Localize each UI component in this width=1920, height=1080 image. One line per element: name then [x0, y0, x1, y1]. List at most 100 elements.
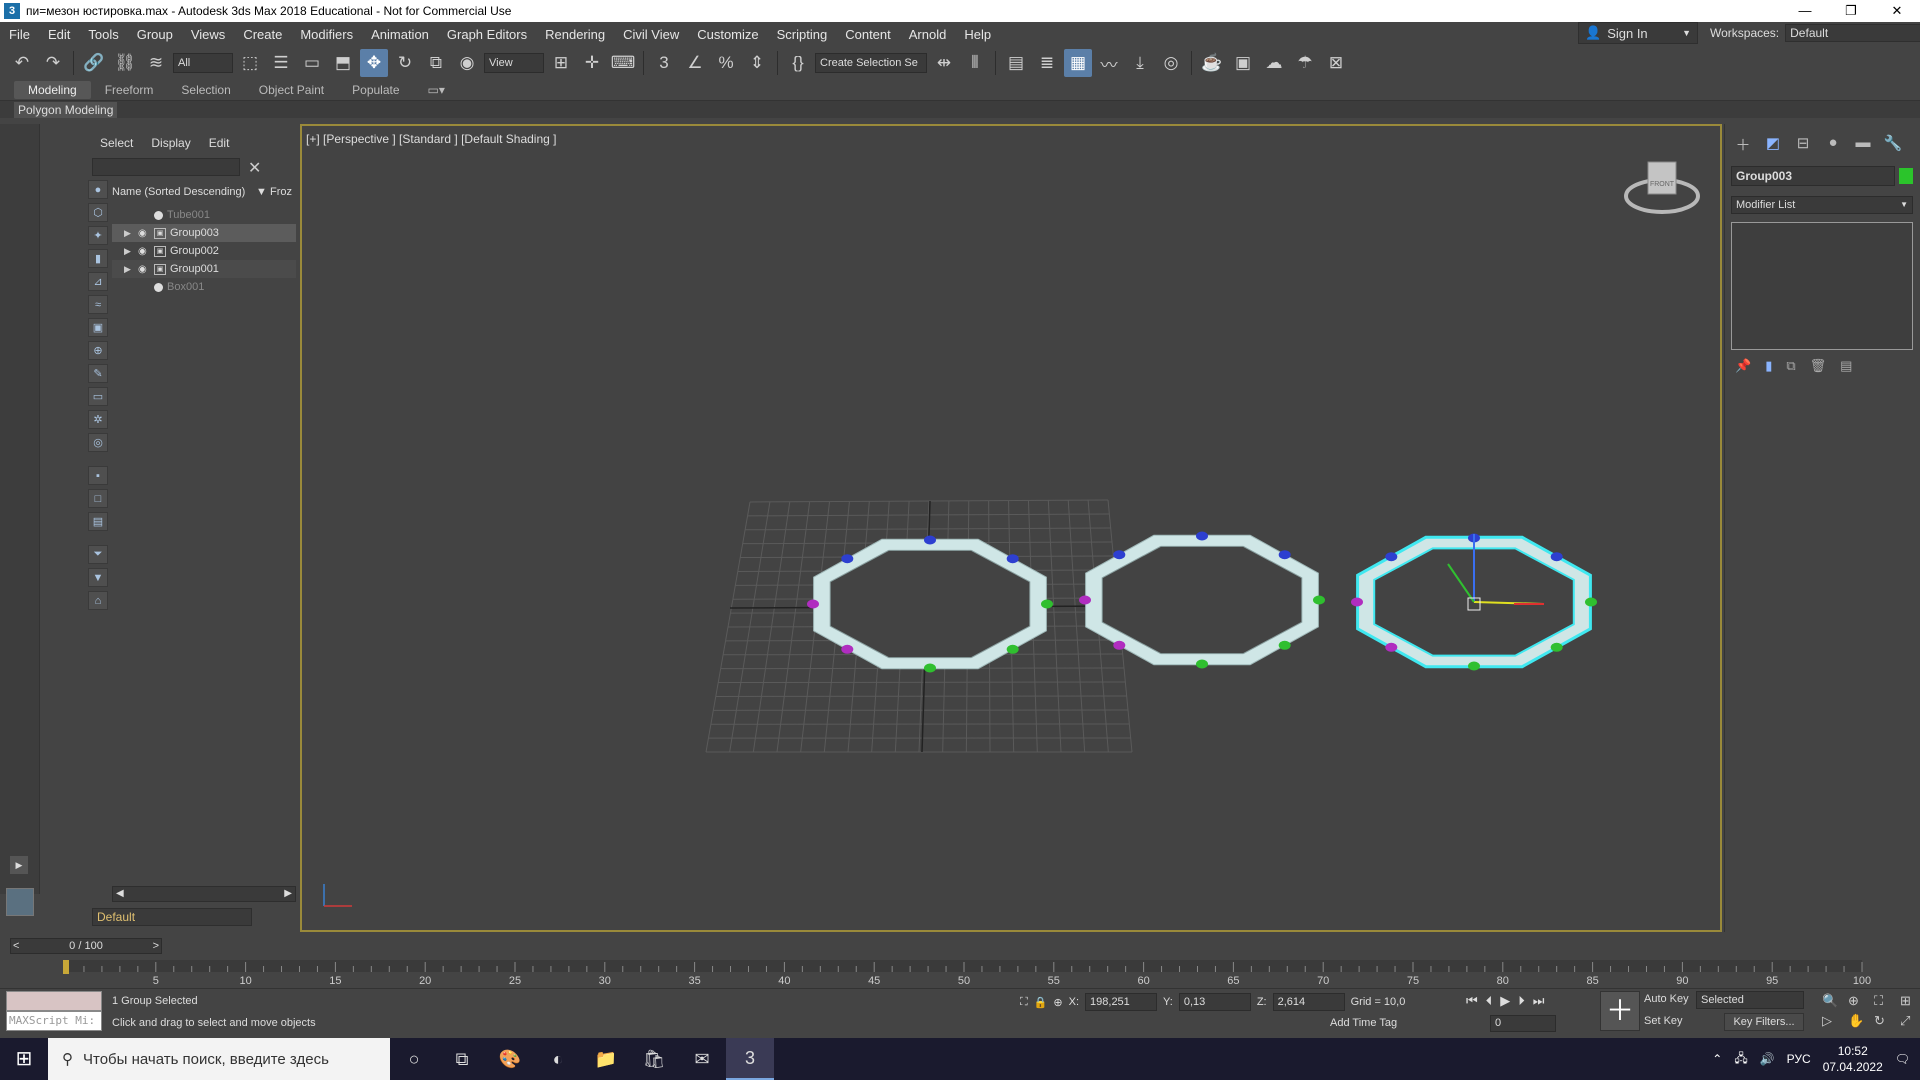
menu-civil-view[interactable]: Civil View — [614, 27, 688, 42]
window-crossing-icon[interactable]: ⬒ — [329, 49, 357, 77]
scene-explorer-icon[interactable]: ▤ — [1002, 49, 1030, 77]
explorer-display-menu[interactable]: Display — [151, 136, 190, 150]
set-key-button[interactable]: Set Key — [1644, 1015, 1683, 1027]
orbit-icon[interactable]: ↻ — [1874, 1013, 1896, 1029]
redo-icon[interactable]: ↷ — [39, 49, 67, 77]
field-of-view-icon[interactable]: ▷ — [1822, 1013, 1844, 1029]
volume-icon[interactable]: 🔊 — [1760, 1052, 1775, 1066]
explorer-row-group001[interactable]: ▶ ◉ ▣ Group001 — [112, 260, 296, 278]
layer-explorer-icon[interactable]: ≣ — [1033, 49, 1061, 77]
pan-icon[interactable]: ✋ — [1848, 1013, 1870, 1029]
task-view-icon[interactable]: ⧉ — [438, 1038, 486, 1080]
zoom-all-icon[interactable]: ⊕ — [1848, 993, 1870, 1009]
expand-triangle-icon[interactable]: ▶ — [124, 246, 134, 257]
menu-animation[interactable]: Animation — [362, 27, 438, 42]
close-button[interactable]: ✕ — [1874, 0, 1920, 22]
select-by-name-icon[interactable]: ☰ — [267, 49, 295, 77]
previous-frame-icon[interactable]: ⏴ — [1486, 993, 1493, 1009]
zoom-extents-all-icon[interactable]: ⊞ — [1900, 993, 1920, 1009]
modifier-stack[interactable] — [1731, 222, 1913, 350]
key-mode-dropdown[interactable]: Selected — [1696, 991, 1804, 1009]
zoom-extents-icon[interactable]: ⛶ — [1874, 993, 1896, 1009]
explorer-edit-menu[interactable]: Edit — [209, 136, 230, 150]
bind-space-warp-icon[interactable]: ≋ — [142, 49, 170, 77]
display-groups-icon[interactable]: ▣ — [88, 318, 108, 337]
angle-snap-icon[interactable]: ∠ — [681, 49, 709, 77]
group002-ring[interactable] — [1079, 531, 1325, 669]
viewcube[interactable]: FRONT — [1622, 156, 1702, 223]
auto-key-button[interactable]: Auto Key — [1644, 993, 1689, 1005]
viewport-label[interactable]: [+] [Perspective ] [Standard ] [Default … — [306, 132, 556, 146]
explorer-horizontal-scrollbar[interactable]: ◀ ▶ — [112, 886, 296, 902]
ribbon-tab-modeling[interactable]: Modeling — [14, 81, 91, 99]
workspaces-dropdown[interactable]: Default — [1785, 24, 1920, 42]
clock[interactable]: 10:52 07.04.2022 — [1823, 1043, 1883, 1075]
column-name-header[interactable]: Name (Sorted Descending) — [112, 186, 245, 204]
explorer-row-box001[interactable]: Box001 — [112, 278, 296, 296]
menu-graph-editors[interactable]: Graph Editors — [438, 27, 536, 42]
make-unique-icon[interactable]: ⧉ — [1786, 358, 1795, 374]
y-coordinate-field[interactable]: 0,13 — [1178, 993, 1251, 1011]
menu-rendering[interactable]: Rendering — [536, 27, 614, 42]
select-and-scale-icon[interactable]: ⧉ — [422, 49, 450, 77]
display-all-icon[interactable]: ▪ — [88, 466, 108, 485]
network-icon[interactable]: 🖧 — [1734, 1049, 1747, 1070]
display-geometry-icon[interactable]: ● — [88, 180, 108, 199]
remove-modifier-icon[interactable]: 🗑 — [1810, 358, 1827, 374]
render-production-icon[interactable]: ☁ — [1260, 49, 1288, 77]
perspective-viewport[interactable]: [+] [Perspective ] [Standard ] [Default … — [300, 124, 1722, 932]
store-icon[interactable]: 🛍 — [630, 1038, 678, 1080]
toggle-ribbon-icon[interactable]: ▦ — [1064, 49, 1092, 77]
unlink-icon[interactable]: ⛓ — [111, 49, 139, 77]
paint-app-icon[interactable]: 🎨 — [486, 1038, 534, 1080]
keyboard-shortcut-icon[interactable]: ⌨ — [609, 49, 637, 77]
next-frame-icon[interactable]: ⏵ — [1518, 993, 1525, 1009]
polygon-modeling-panel[interactable]: Polygon Modeling — [14, 102, 118, 118]
ribbon-tab-populate[interactable]: Populate — [338, 81, 413, 99]
explorer-row-group002[interactable]: ▶ ◉ ▣ Group002 — [112, 242, 296, 260]
curve-editor-icon[interactable]: 〰 — [1095, 49, 1123, 77]
display-tab-icon[interactable]: ▬ — [1853, 134, 1873, 154]
display-cameras-icon[interactable]: ▮ — [88, 249, 108, 268]
spinner-snap-icon[interactable]: ⇕ — [743, 49, 771, 77]
isolate-selection-icon[interactable]: ⛶ — [1020, 996, 1028, 1009]
modifier-list-dropdown[interactable]: Modifier List ▼ — [1731, 196, 1913, 214]
maxscript-output[interactable] — [6, 991, 102, 1011]
sign-in-button[interactable]: 👤 Sign In ▼ — [1578, 22, 1698, 44]
motion-tab-icon[interactable]: ● — [1823, 134, 1843, 154]
display-space-warps-icon[interactable]: ≈ — [88, 295, 108, 314]
show-hidden-icons[interactable]: ⌃ — [1712, 1052, 1722, 1066]
undo-icon[interactable]: ↶ — [8, 49, 36, 77]
go-to-end-icon[interactable]: ⏭ — [1533, 993, 1545, 1009]
render-in-cloud-icon[interactable]: ⊠ — [1322, 49, 1350, 77]
rectangular-selection-icon[interactable]: ▭ — [298, 49, 326, 77]
object-color-swatch[interactable] — [1899, 168, 1913, 184]
render-iterative-icon[interactable]: ☂ — [1291, 49, 1319, 77]
current-frame-marker[interactable] — [63, 960, 69, 974]
ribbon-options-icon[interactable]: ▭▾ — [414, 81, 459, 99]
ribbon-tab-freeform[interactable]: Freeform — [91, 81, 168, 99]
menu-customize[interactable]: Customize — [688, 27, 767, 42]
display-hidden-icon[interactable]: ◎ — [88, 433, 108, 452]
display-particles-icon[interactable]: ✲ — [88, 410, 108, 429]
reference-coordinate-dropdown[interactable]: View — [484, 53, 544, 73]
notifications-icon[interactable]: 🗨 — [1895, 1052, 1910, 1066]
minimize-button[interactable]: — — [1782, 0, 1828, 22]
next-frame-icon[interactable]: > — [153, 939, 161, 953]
eye-icon[interactable]: ◉ — [138, 246, 150, 257]
display-invert-icon[interactable]: ▤ — [88, 512, 108, 531]
group001-ring[interactable] — [807, 535, 1053, 673]
select-object-icon[interactable]: ⬚ — [236, 49, 264, 77]
windows-start-icon[interactable]: ⊞ — [0, 1038, 48, 1080]
expand-layout-icon[interactable]: ▶ — [10, 856, 28, 874]
scroll-right-icon[interactable]: ▶ — [284, 887, 292, 901]
menu-edit[interactable]: Edit — [39, 27, 79, 42]
edit-named-selection-icon[interactable]: {} — [784, 49, 812, 77]
menu-file[interactable]: File — [0, 27, 39, 42]
material-editor-icon[interactable]: ◎ — [1157, 49, 1185, 77]
selection-lock-icon[interactable]: 🔒 — [1034, 996, 1048, 1009]
ribbon-tab-selection[interactable]: Selection — [167, 81, 244, 99]
current-frame-field[interactable]: 0 — [1490, 1015, 1556, 1032]
filter-icon[interactable]: ⏷ — [88, 545, 108, 564]
rendered-frame-window-icon[interactable]: ▣ — [1229, 49, 1257, 77]
